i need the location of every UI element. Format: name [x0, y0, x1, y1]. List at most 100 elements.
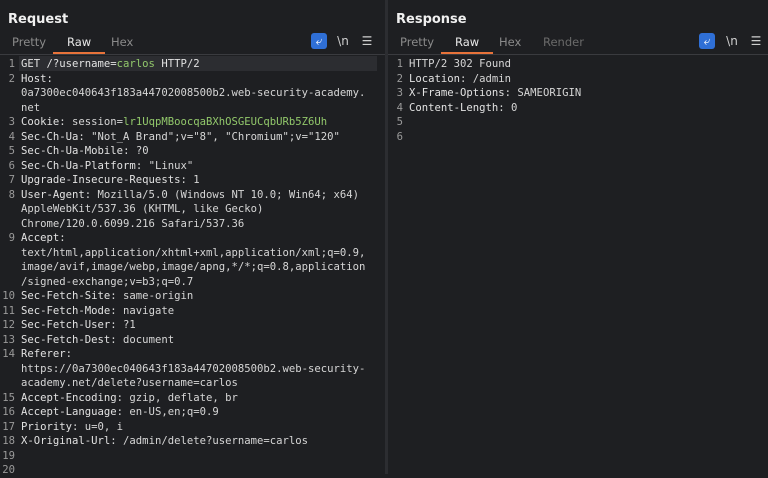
response-editor[interactable]: 1 HTTP/2 302 Found 2 Location: /admin 3 X-Fra…: [388, 56, 768, 474]
tab-hex[interactable]: Hex: [111, 35, 133, 51]
code-fragment: text/html,application/xhtml+xml,applicat…: [21, 246, 366, 259]
line-number: 20: [2, 464, 15, 476]
header-name: Upgrade-Insecure-Requests: [21, 174, 181, 186]
header-name: Referer: [21, 348, 66, 360]
code-line[interactable]: net: [0, 101, 385, 116]
header-name: Sec-Fetch-Dest: [21, 333, 111, 346]
code-line[interactable]: 2 Location: /admin: [388, 72, 768, 87]
code-text: Sec-Ch-Ua-Mobile: ?0: [21, 144, 149, 159]
show-newlines-button[interactable]: \n: [335, 33, 351, 49]
code-fragment: : same-origin: [110, 290, 194, 302]
code-line[interactable]: 9 Accept:: [0, 231, 385, 246]
request-editor[interactable]: 1 GET /?username=carlos HTTP/2 2 Host: 0a730…: [0, 56, 385, 476]
pane-title: Request: [8, 12, 69, 27]
code-fragment: : en-US,en;q=0.9: [116, 406, 219, 418]
code-text: Sec-Ch-Ua-Platform: "Linux": [21, 159, 193, 174]
code-line[interactable]: 1 GET /?username=carlos HTTP/2: [0, 57, 385, 72]
code-line[interactable]: 14 Referer:: [0, 347, 385, 362]
header-name: GET /?username=: [21, 58, 117, 70]
code-line[interactable]: text/html,application/xhtml+xml,applicat…: [0, 246, 385, 261]
line-number: 4: [8, 130, 15, 143]
tab-pretty[interactable]: Pretty: [12, 35, 46, 51]
code-line[interactable]: 13 Sec-Fetch-Dest: document: [0, 333, 385, 348]
line-number: 2: [8, 72, 15, 85]
code-line[interactable]: 7 Upgrade-Insecure-Requests: 1: [0, 173, 385, 188]
code-line[interactable]: 10 Sec-Fetch-Site: same-origin: [0, 289, 385, 304]
line-number: 6: [8, 159, 15, 172]
code-line[interactable]: Chrome/120.0.6099.216 Safari/537.36: [0, 217, 385, 232]
code-fragment: : u=0, i: [72, 420, 124, 433]
code-line[interactable]: 4 Content-Length: 0: [388, 101, 768, 116]
code-line[interactable]: https://0a7300ec040643f183a44702008500b2…: [0, 362, 385, 377]
line-number: 13: [2, 333, 15, 346]
code-line[interactable]: 0a7300ec040643f183a44702008500b2.web-sec…: [0, 86, 385, 101]
wrap-lines-button[interactable]: ⤶: [311, 33, 327, 49]
tab-hex[interactable]: Hex: [499, 35, 521, 51]
code-line[interactable]: 19: [0, 449, 385, 464]
code-line[interactable]: 1 HTTP/2 302 Found: [388, 57, 768, 72]
line-number: 16: [2, 406, 15, 418]
code-fragment: : Mozilla/5.0 (Windows NT 10.0; Win64; x…: [84, 188, 360, 201]
line-number: 3: [396, 87, 403, 99]
code-line[interactable]: 16 Accept-Language: en-US,en;q=0.9: [0, 405, 385, 420]
line-number: 17: [2, 420, 15, 433]
tab-raw[interactable]: Raw: [440, 35, 494, 54]
code-line[interactable]: AppleWebKit/537.36 (KHTML, like Gecko): [0, 202, 385, 217]
code-line[interactable]: 18 X-Original-Url: /admin/delete?username…: [0, 434, 385, 449]
code-line[interactable]: 3 Cookie: session=lr1UqpMBoocqaBXhOSGEUCq…: [0, 115, 385, 130]
code-text: Accept-Encoding: gzip, deflate, br: [21, 391, 238, 406]
code-line[interactable]: 6: [388, 130, 768, 145]
tab-underline: [388, 54, 768, 55]
tab-render[interactable]: Render: [543, 35, 584, 51]
code-line[interactable]: academy.net/delete?username=carlos: [0, 376, 385, 391]
code-line[interactable]: 5: [388, 115, 768, 130]
header-name: Sec-Fetch-Mode: [21, 304, 111, 317]
header-name: Host:: [21, 72, 53, 85]
code-fragment: image/avif,image/webp,image/apng,*/*;q=0…: [21, 261, 366, 273]
code-line[interactable]: 6 Sec-Ch-Ua-Platform: "Linux": [0, 159, 385, 174]
code-fragment: academy.net/delete?username=carlos: [21, 377, 238, 389]
line-number: 3: [8, 116, 15, 128]
code-text: GET /?username=carlos HTTP/2: [21, 57, 200, 72]
code-line[interactable]: 4 Sec-Ch-Ua: "Not_A Brand";v="8", "Chromi…: [0, 130, 385, 145]
code-line[interactable]: 11 Sec-Fetch-Mode: navigate: [0, 304, 385, 319]
show-newlines-button[interactable]: \n: [724, 33, 740, 49]
code-line[interactable]: 20: [0, 463, 385, 478]
menu-button[interactable]: ☰: [748, 33, 764, 49]
code-line[interactable]: 17 Priority: u=0, i: [0, 420, 385, 435]
code-fragment: : ?1: [110, 319, 136, 331]
line-number: 19: [2, 449, 15, 462]
hamburger-menu-icon: ☰: [361, 34, 373, 48]
header-name: Content-Length: [409, 101, 499, 114]
code-text: academy.net/delete?username=carlos: [21, 376, 238, 391]
header-name: HTTP/2: [154, 58, 200, 70]
code-fragment: net: [21, 101, 41, 114]
header-name: Accept-Language: [21, 406, 117, 418]
header-name: X-Frame-Options: [409, 87, 505, 99]
wrap-lines-icon: ⤶: [703, 34, 711, 48]
wrap-lines-button[interactable]: ⤶: [699, 33, 715, 49]
header-name: Sec-Ch-Ua-Platform: [21, 159, 136, 172]
code-line[interactable]: image/avif,image/webp,image/apng,*/*;q=0…: [0, 260, 385, 275]
code-line[interactable]: 3 X-Frame-Options: SAMEORIGIN: [388, 86, 768, 101]
code-line[interactable]: 5 Sec-Ch-Ua-Mobile: ?0: [0, 144, 385, 159]
code-line[interactable]: 15 Accept-Encoding: gzip, deflate, br: [0, 391, 385, 406]
code-line[interactable]: /signed-exchange;v=b3;q=0.7: [0, 275, 385, 290]
code-line[interactable]: 12 Sec-Fetch-User: ?1: [0, 318, 385, 333]
code-fragment: 0a7300ec040643f183a44702008500b2.web-sec…: [21, 87, 366, 99]
code-fragment: :: [59, 232, 66, 244]
code-fragment: : /admin: [460, 72, 512, 85]
request-tabs: Pretty Raw Hex: [0, 35, 385, 54]
menu-button[interactable]: ☰: [359, 33, 375, 49]
line-number: 14: [2, 348, 15, 360]
line-number: 9: [8, 232, 15, 244]
code-text: AppleWebKit/537.36 (KHTML, like Gecko): [21, 202, 263, 217]
code-fragment: : document: [110, 333, 175, 346]
line-number: 1: [396, 58, 403, 70]
tab-pretty[interactable]: Pretty: [400, 35, 434, 51]
tab-raw[interactable]: Raw: [52, 35, 106, 54]
code-fragment: : "Not_A Brand";v="8", "Chromium";v="120…: [78, 130, 340, 143]
code-line[interactable]: 2 Host:: [0, 72, 385, 87]
pane-title: Response: [396, 12, 467, 27]
code-line[interactable]: 8 User-Agent: Mozilla/5.0 (Windows NT 10.…: [0, 188, 385, 203]
